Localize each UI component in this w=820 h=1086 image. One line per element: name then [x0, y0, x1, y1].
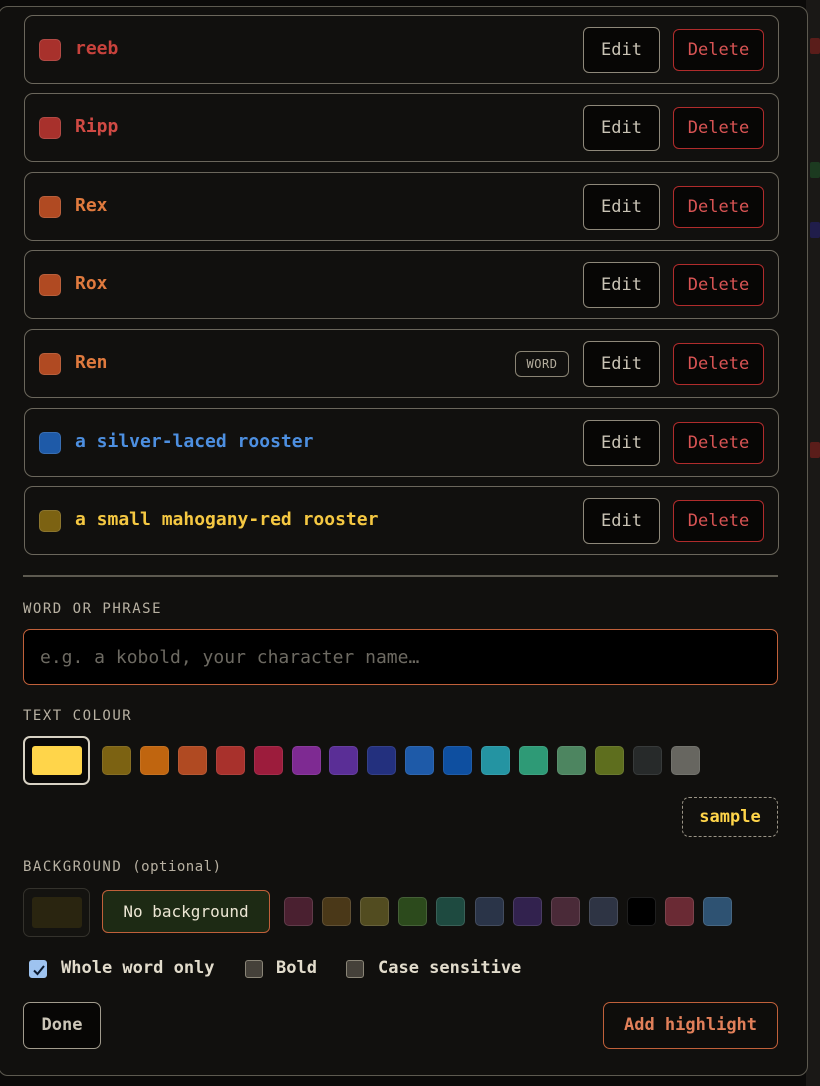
- text-colour-swatch[interactable]: [594, 746, 624, 775]
- selected-background-colour[interactable]: [23, 888, 90, 937]
- word-or-phrase-label: WORD OR PHRASE: [23, 601, 163, 617]
- background-swatch[interactable]: [398, 897, 428, 926]
- delete-button[interactable]: Delete: [673, 107, 764, 149]
- rule-colour-swatch: [39, 432, 61, 454]
- done-button[interactable]: Done: [23, 1002, 101, 1049]
- edit-button[interactable]: Edit: [583, 105, 660, 151]
- background-swatch[interactable]: [626, 897, 656, 926]
- text-colour-swatch[interactable]: [177, 746, 207, 775]
- text-colour-swatch[interactable]: [139, 746, 169, 775]
- highlight-rule-row: Ripp Edit Delete: [24, 93, 779, 162]
- add-highlight-button[interactable]: Add highlight: [603, 1002, 778, 1049]
- text-colour-swatch[interactable]: [481, 746, 510, 775]
- background-swatch[interactable]: [474, 897, 504, 926]
- rule-label: a small mahogany-red rooster: [75, 509, 379, 530]
- checkmark-icon: [33, 965, 45, 976]
- background-page-marker: [810, 442, 820, 458]
- highlight-rule-row: Ren WORD Edit Delete: [24, 329, 779, 398]
- rule-colour-swatch: [39, 510, 61, 532]
- rule-colour-swatch: [39, 39, 61, 61]
- rule-colour-swatch: [39, 196, 61, 218]
- background-swatch[interactable]: [436, 897, 466, 926]
- text-colour-swatch[interactable]: [405, 746, 435, 775]
- text-colour-swatch[interactable]: [518, 746, 548, 775]
- text-colour-swatch[interactable]: [670, 746, 700, 775]
- word-badge: WORD: [515, 351, 569, 377]
- rule-label: Rex: [75, 195, 108, 216]
- text-colour-swatch[interactable]: [367, 746, 397, 775]
- no-background-button[interactable]: No background: [102, 890, 270, 933]
- text-colour-swatch[interactable]: [632, 746, 662, 775]
- whole-word-checkbox[interactable]: [29, 960, 47, 978]
- highlight-rule-row: a small mahogany-red rooster Edit Delete: [24, 486, 779, 555]
- background-page-marker: [810, 222, 820, 238]
- delete-button[interactable]: Delete: [673, 343, 764, 385]
- section-divider: [23, 575, 778, 577]
- sample-preview: sample: [682, 797, 778, 837]
- background-page-marker: [810, 38, 820, 54]
- highlight-rule-row: Rox Edit Delete: [24, 250, 779, 319]
- background-swatch[interactable]: [588, 897, 618, 926]
- bold-checkbox[interactable]: [245, 960, 263, 978]
- text-colour-swatch[interactable]: [253, 746, 283, 775]
- edit-button[interactable]: Edit: [583, 184, 660, 230]
- selected-background-fill: [32, 897, 82, 928]
- text-colour-swatch[interactable]: [102, 746, 131, 775]
- delete-button[interactable]: Delete: [673, 422, 764, 464]
- whole-word-label: Whole word only: [61, 958, 215, 978]
- text-colour-swatch[interactable]: [556, 746, 586, 775]
- background-swatch[interactable]: [665, 897, 694, 926]
- text-colour-swatch[interactable]: [443, 746, 473, 775]
- background-swatch[interactable]: [703, 897, 733, 926]
- rule-label: reeb: [75, 38, 119, 59]
- edit-button[interactable]: Edit: [583, 27, 660, 73]
- text-colour-swatch[interactable]: [291, 746, 321, 775]
- rule-label: Ripp: [75, 116, 119, 137]
- delete-button[interactable]: Delete: [673, 500, 764, 542]
- edit-button[interactable]: Edit: [583, 420, 660, 466]
- delete-button[interactable]: Delete: [673, 186, 764, 228]
- delete-button[interactable]: Delete: [673, 264, 764, 306]
- background-swatch[interactable]: [284, 897, 313, 926]
- rule-colour-swatch: [39, 274, 61, 296]
- background-swatch[interactable]: [322, 897, 352, 926]
- bold-label: Bold: [276, 958, 317, 978]
- highlight-rule-row: reeb Edit Delete: [24, 15, 779, 84]
- text-colour-swatch[interactable]: [329, 746, 359, 775]
- rule-colour-swatch: [39, 117, 61, 139]
- background-swatch[interactable]: [550, 897, 580, 926]
- text-colour-swatch[interactable]: [215, 746, 245, 775]
- rule-colour-swatch: [39, 353, 61, 375]
- background-optional-label: (optional): [132, 859, 222, 875]
- highlight-rule-row: a silver-laced rooster Edit Delete: [24, 408, 779, 477]
- rule-label: Ren: [75, 352, 108, 373]
- background-label: BACKGROUND (optional): [23, 859, 222, 875]
- highlight-rule-row: Rex Edit Delete: [24, 172, 779, 241]
- case-sensitive-label: Case sensitive: [378, 958, 522, 978]
- background-swatch[interactable]: [360, 897, 390, 926]
- case-sensitive-checkbox[interactable]: [346, 960, 364, 978]
- background-page-marker: [810, 162, 820, 178]
- rule-label: Rox: [75, 273, 108, 294]
- selected-text-colour-fill: [32, 746, 82, 775]
- text-colour-label: TEXT COLOUR: [23, 708, 133, 724]
- word-or-phrase-input[interactable]: [23, 629, 778, 685]
- edit-button[interactable]: Edit: [583, 341, 660, 387]
- delete-button[interactable]: Delete: [673, 29, 764, 71]
- background-swatch[interactable]: [512, 897, 542, 926]
- selected-text-colour[interactable]: [23, 736, 90, 785]
- rule-label: a silver-laced rooster: [75, 431, 314, 452]
- edit-button[interactable]: Edit: [583, 498, 660, 544]
- edit-button[interactable]: Edit: [583, 262, 660, 308]
- background-label-text: BACKGROUND: [23, 859, 123, 875]
